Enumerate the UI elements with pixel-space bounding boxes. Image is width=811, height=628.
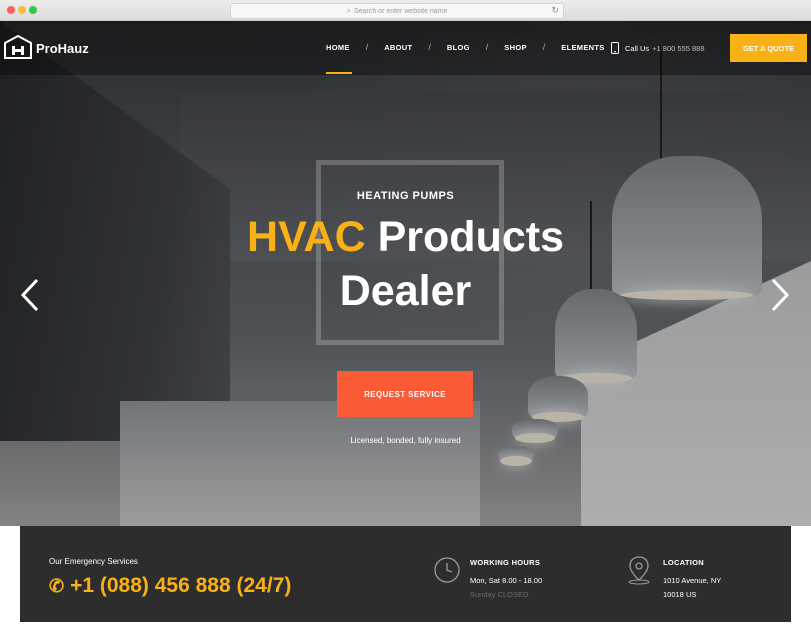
address-placeholder: Search or enter website name [354,7,448,15]
hero-headline: HVAC Products Dealer [0,210,811,318]
browser-toolbar: ⌕ Search or enter website name ↻ [0,0,811,21]
hero-eyebrow: HEATING PUMPS [356,190,455,202]
nav-separator: / [365,42,369,52]
nav-separator: / [428,42,431,52]
nav-shop[interactable]: SHOP [504,43,526,52]
nav-separator: / [485,42,489,52]
nav-separator: / [542,42,546,52]
nav-about[interactable]: ABOUT [384,43,412,52]
nav-blog[interactable]: BLOG [447,43,470,52]
hero-tagline: Licensed, bonded, fully insured [350,436,461,445]
chevron-right-icon[interactable] [770,278,790,317]
hours-line2: Sunday CLOSED [470,590,529,599]
address-bar[interactable]: ⌕ Search or enter website name ↻ [230,3,564,19]
headline-rest: Products [365,213,564,261]
emergency-label: Our Emergency Services [49,557,138,566]
minimize-window-button[interactable] [18,6,26,14]
get-a-quote-button[interactable]: GET A QUOTE [730,34,807,62]
call-number: +1 800 555 888 [652,43,705,53]
nav-home[interactable]: HOME [326,43,350,52]
logo-text: ProHauz [36,40,89,56]
mobile-phone-icon [611,42,619,54]
clock-icon [434,557,460,583]
site-logo[interactable]: ProHauz [3,34,89,62]
hours-title: WORKING HOURS [470,558,541,567]
info-bar: Our Emergency Services ✆ +1 (088) 456 88… [20,526,791,622]
chevron-left-icon[interactable] [20,278,40,317]
search-icon: ⌕ [346,6,352,15]
reload-icon[interactable]: ↻ [551,5,559,16]
emergency-phone-number: +1 (088) 456 888 (24/7) [70,574,292,597]
close-window-button[interactable] [7,6,15,14]
location-title: LOCATION [663,558,705,567]
headline-line2: Dealer [339,267,472,315]
map-pin-icon [628,556,650,585]
emergency-phone[interactable]: ✆ +1 (088) 456 888 (24/7) [49,574,291,598]
request-service-button[interactable]: REQUEST SERVICE [337,371,473,417]
main-nav: HOME / ABOUT / BLOG / SHOP / ELEMENTS [326,42,605,52]
house-logo-icon [4,34,32,59]
nav-active-indicator [326,72,352,74]
phone-icon: ✆ [49,575,65,596]
location-line1: 1010 Avenue, NY [663,576,722,585]
call-us[interactable]: Call Us +1 800 555 888 [610,42,705,54]
location-line2: 10018 US [663,590,697,599]
maximize-window-button[interactable] [29,6,37,14]
hours-line1: Mon, Sat 8.00 - 18.00 [470,576,543,585]
headline-accent: HVAC [247,213,366,261]
call-label: Call Us [625,43,650,53]
nav-elements[interactable]: ELEMENTS [561,43,604,52]
